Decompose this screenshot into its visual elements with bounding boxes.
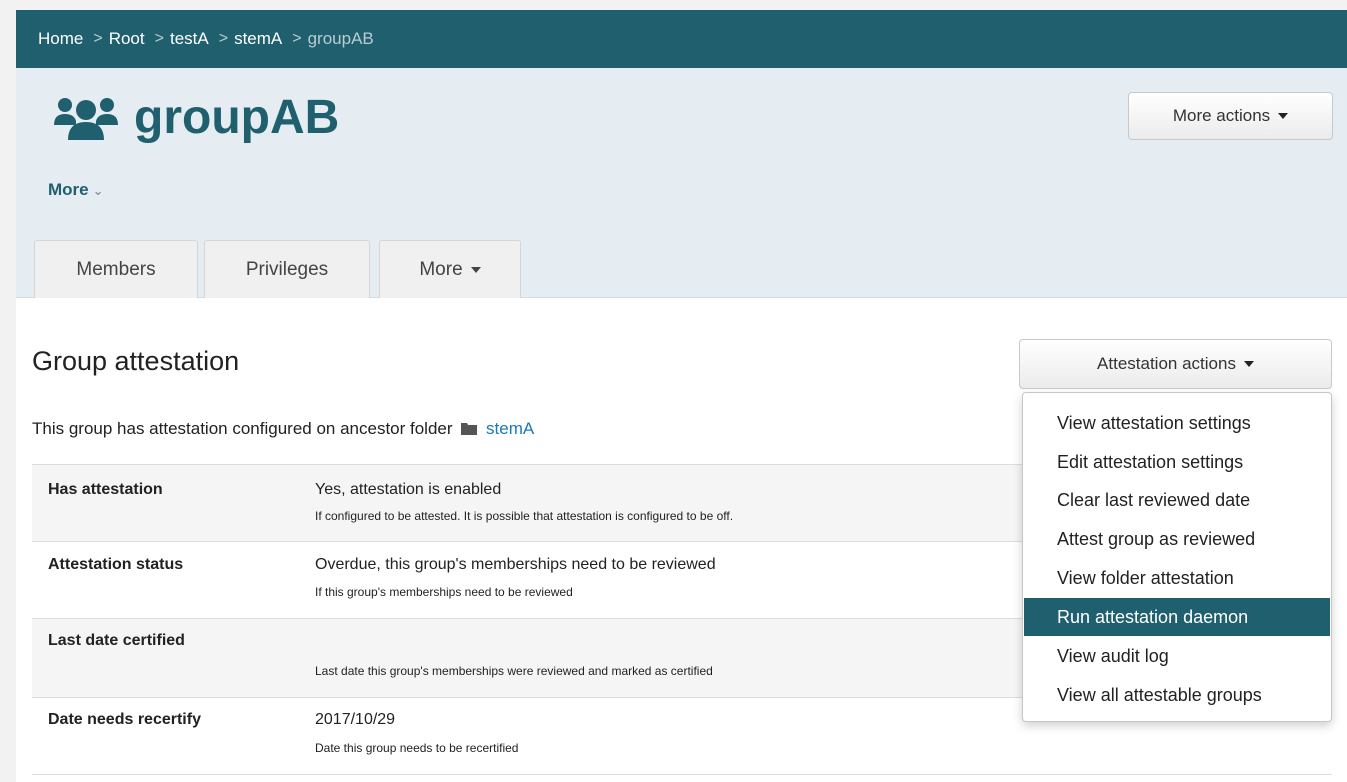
menu-item-run-attestation-daemon[interactable]: Run attestation daemon	[1024, 598, 1330, 636]
ancestor-note-text: This group has attestation configured on…	[32, 419, 453, 438]
more-actions-label: More actions	[1172, 106, 1271, 125]
tab-label: Members	[76, 258, 156, 280]
caret-down-icon	[1243, 361, 1254, 367]
page-title: groupAB	[52, 90, 339, 145]
breadcrumb-root[interactable]: Root	[109, 29, 145, 49]
row-value: Overdue, this group's memberships need t…	[315, 556, 716, 573]
menu-item-view-audit-log[interactable]: View audit log	[1024, 637, 1330, 675]
page-top-edge	[0, 0, 1347, 10]
row-hint: If this group's memberships need to be r…	[315, 585, 573, 599]
attestation-actions-menu: View attestation settings Edit attestati…	[1022, 392, 1332, 722]
menu-item-view-folder-attestation[interactable]: View folder attestation	[1024, 559, 1330, 597]
page-left-edge	[0, 0, 16, 782]
group-name: groupAB	[134, 91, 340, 144]
menu-item-clear-last-reviewed-date[interactable]: Clear last reviewed date	[1024, 481, 1330, 519]
breadcrumb-current: groupAB	[307, 29, 374, 48]
ancestor-folder-link[interactable]: stemA	[486, 419, 534, 438]
group-header: groupAB More ⌄ More actions Members Privi…	[16, 68, 1347, 298]
row-value: 2017/10/29	[315, 711, 396, 728]
breadcrumb: Home > Root > testA > stemA > groupAB	[16, 10, 1347, 68]
menu-item-view-attestation-settings[interactable]: View attestation settings	[1024, 404, 1330, 442]
breadcrumb-separator: >	[218, 30, 229, 47]
folder-icon	[461, 423, 478, 435]
row-hint: If configured to be attested. It is poss…	[315, 509, 734, 523]
section-title: Group attestation	[32, 346, 240, 376]
row-label: Has attestation	[48, 481, 163, 498]
menu-item-view-all-attestable-groups[interactable]: View all attestable groups	[1024, 676, 1330, 714]
row-hint: Last date this group's memberships were …	[315, 664, 713, 678]
breadcrumb-separator: >	[154, 30, 164, 47]
attestation-actions-button[interactable]: Attestation actions	[1019, 339, 1332, 389]
ancestor-note: This group has attestation configured on…	[32, 419, 534, 439]
row-label: Date needs recertify	[48, 711, 201, 728]
menu-item-edit-attestation-settings[interactable]: Edit attestation settings	[1024, 443, 1330, 481]
chevron-down-icon: ⌄	[92, 183, 104, 198]
breadcrumb-separator: >	[93, 30, 103, 47]
group-icon	[54, 97, 118, 140]
row-hint: Date this group needs to be recertified	[315, 741, 519, 755]
more-link[interactable]: More ⌄	[48, 180, 104, 200]
row-label: Attestation status	[48, 556, 184, 573]
tab-more[interactable]: More	[379, 240, 521, 298]
more-actions-button[interactable]: More actions	[1128, 92, 1333, 140]
breadcrumb-testA[interactable]: testA	[170, 29, 209, 49]
row-label: Last date certified	[48, 632, 185, 649]
breadcrumb-stemA[interactable]: stemA	[234, 29, 282, 49]
tab-members[interactable]: Members	[34, 240, 198, 298]
more-link-label: More	[48, 180, 89, 199]
menu-item-attest-group-as-reviewed[interactable]: Attest group as reviewed	[1024, 520, 1330, 558]
tab-label: More	[419, 258, 463, 280]
breadcrumb-home[interactable]: Home	[38, 29, 83, 49]
row-value: Yes, attestation is enabled	[315, 481, 502, 498]
tab-privileges[interactable]: Privileges	[204, 240, 370, 298]
breadcrumb-separator: >	[292, 30, 302, 47]
attestation-actions-label: Attestation actions	[1097, 354, 1236, 373]
tab-label: Privileges	[245, 258, 329, 280]
caret-down-icon	[470, 266, 481, 273]
caret-down-icon	[1278, 113, 1289, 119]
